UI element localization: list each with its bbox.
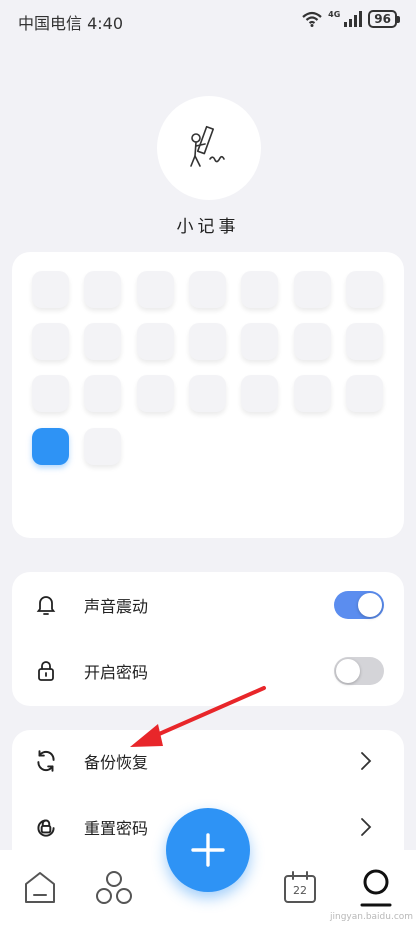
reset-password-label: 重置密码 (84, 819, 149, 838)
color-swatch[interactable] (32, 427, 69, 465)
sound-vibration-label: 声音震动 (84, 597, 149, 616)
user-profile-icon (360, 869, 392, 907)
color-swatch[interactable] (84, 323, 122, 361)
chevron-right-icon (358, 749, 374, 773)
password-lock-row[interactable]: 开启密码 (12, 640, 404, 702)
color-swatch[interactable] (241, 375, 279, 413)
reset-lock-icon (32, 813, 60, 841)
settings-card: 声音震动 开启密码 (12, 572, 404, 706)
bell-icon (32, 591, 60, 619)
backup-restore-row[interactable]: 备份恢复 (12, 730, 404, 792)
watermark: jingyan.baidu.com (330, 912, 414, 922)
color-swatch[interactable] (241, 271, 279, 308)
carrier-time: 中国电信 4:40 (18, 14, 124, 33)
color-swatch[interactable] (293, 271, 331, 308)
color-swatch[interactable] (32, 271, 69, 308)
color-swatch[interactable] (84, 271, 122, 308)
password-lock-label: 开启密码 (84, 663, 149, 682)
color-swatch[interactable] (32, 375, 69, 413)
status-bar: 中国电信 4:40 4G 96 (0, 0, 416, 40)
app-name: 小记事 (176, 217, 240, 237)
signal-icon (344, 11, 363, 27)
add-note-button[interactable] (166, 808, 250, 892)
backup-restore-label: 备份恢复 (84, 753, 149, 772)
avatar[interactable] (157, 96, 261, 200)
calendar-day: 22 (293, 884, 307, 897)
sound-vibration-toggle[interactable] (334, 591, 384, 619)
color-swatch[interactable] (84, 375, 122, 413)
color-swatch[interactable] (188, 375, 226, 413)
color-swatch[interactable] (345, 323, 383, 361)
status-icons: 4G 96 (302, 10, 400, 28)
color-swatch[interactable] (84, 427, 122, 465)
color-swatch[interactable] (345, 271, 383, 308)
tab-home[interactable] (20, 866, 60, 910)
password-lock-toggle[interactable] (334, 657, 384, 685)
color-swatch[interactable] (136, 375, 174, 413)
person-writing-with-pencil-icon (190, 125, 225, 167)
sync-icon (32, 747, 60, 775)
color-grid-card (12, 252, 404, 538)
tab-community[interactable] (94, 866, 134, 910)
lock-icon (32, 657, 60, 685)
color-swatch[interactable] (136, 323, 174, 361)
people-group-icon (96, 871, 132, 904)
network-type: 4G (328, 10, 341, 19)
color-swatch[interactable] (188, 271, 226, 308)
color-swatch[interactable] (293, 323, 331, 361)
battery-level: 96 (368, 10, 397, 28)
color-swatch[interactable] (241, 323, 279, 361)
chevron-right-icon (358, 815, 374, 839)
color-swatch[interactable] (32, 323, 69, 361)
battery-icon: 96 (368, 10, 400, 28)
wifi-icon (302, 11, 322, 27)
sound-vibration-row[interactable]: 声音震动 (12, 574, 404, 636)
color-swatch[interactable] (345, 375, 383, 413)
tab-calendar[interactable]: 22 (280, 866, 320, 910)
home-icon (25, 872, 55, 903)
color-swatch[interactable] (188, 323, 226, 361)
plus-icon (191, 833, 225, 867)
color-swatch[interactable] (293, 375, 331, 413)
tab-profile[interactable] (356, 866, 396, 910)
color-swatch[interactable] (136, 271, 174, 308)
